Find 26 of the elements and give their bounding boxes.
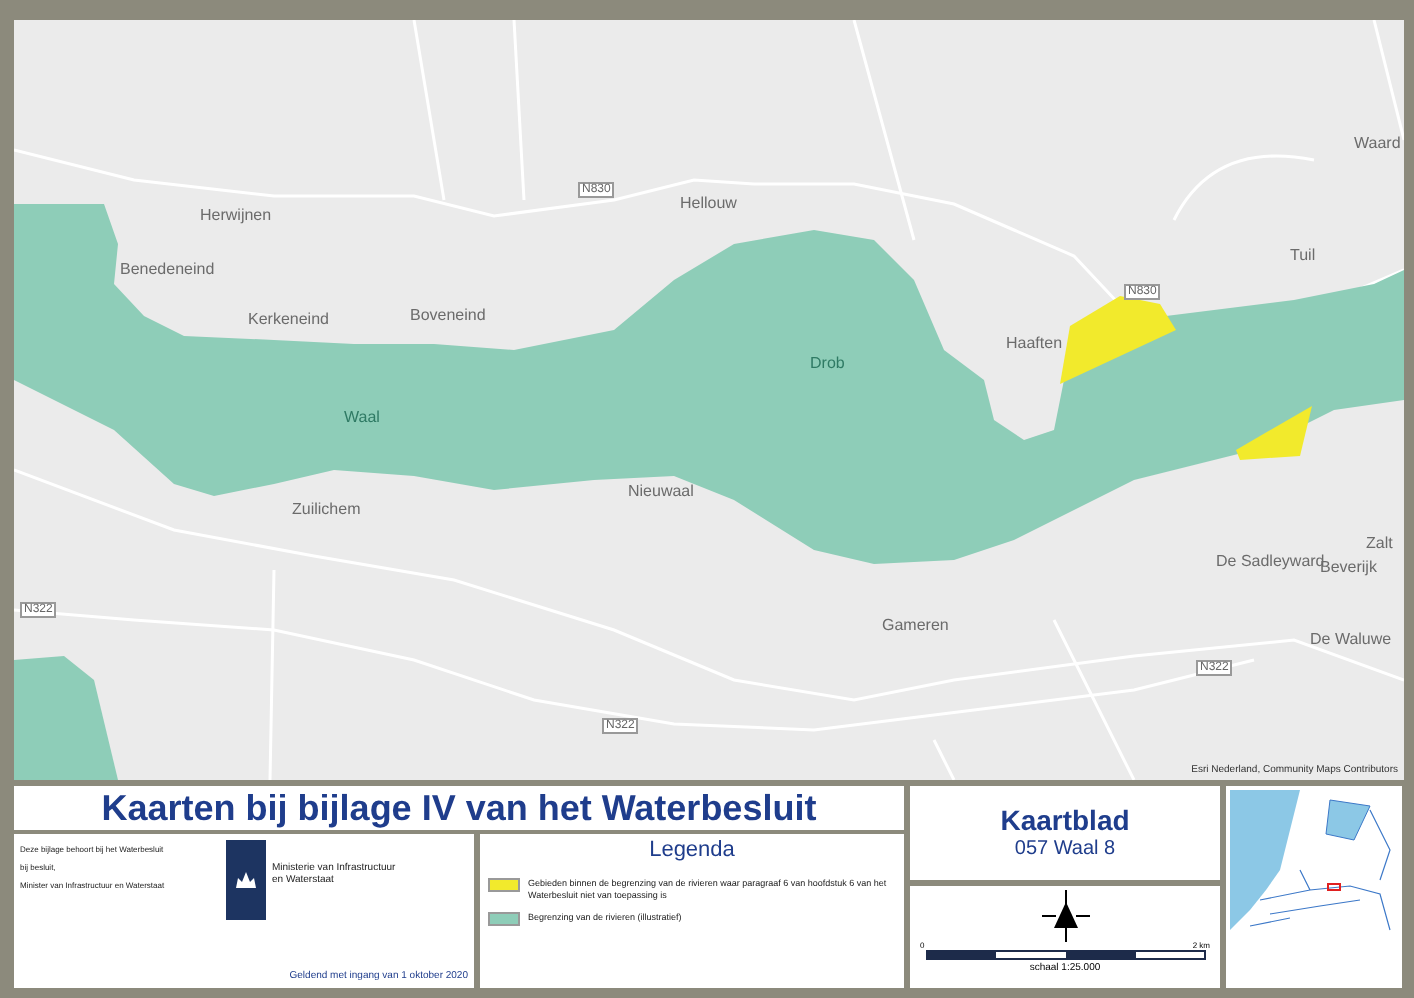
river-zone-area	[14, 656, 118, 780]
restricted-area	[1236, 406, 1312, 460]
place-label: De Waluwe	[1310, 632, 1392, 648]
sheet-title: Kaartblad	[1000, 806, 1130, 834]
title-bar: Kaarten bij bijlage IV van het Waterbesluit	[14, 786, 904, 830]
crest-icon	[234, 870, 258, 890]
place-label: Herwijnen	[200, 208, 272, 224]
north-arrow-icon	[1041, 890, 1089, 942]
place-label: Hellouw	[680, 196, 737, 212]
place-label: Tuil	[1290, 248, 1316, 264]
place-label: Haaften	[1006, 336, 1063, 352]
place-label: Boveneind	[410, 308, 486, 324]
legend-title: Legenda	[647, 840, 737, 862]
place-label: Zuilichem	[292, 502, 361, 518]
place-label: Nieuwaal	[628, 484, 694, 500]
place-label: Waard	[1354, 136, 1401, 152]
place-label: Benedeneind	[120, 262, 215, 278]
place-label: Beverijk	[1320, 560, 1377, 576]
place-label: Zalt	[1366, 536, 1393, 552]
water-label: Waal	[344, 410, 380, 426]
restricted-area	[1060, 296, 1176, 384]
sheet-name: 057 Waal 8	[1014, 840, 1116, 860]
place-label: De Sadleyward	[1216, 554, 1325, 570]
water-label: Drob	[810, 356, 845, 372]
place-label: Gameren	[882, 618, 949, 634]
place-label: Kerkeneind	[248, 312, 329, 328]
